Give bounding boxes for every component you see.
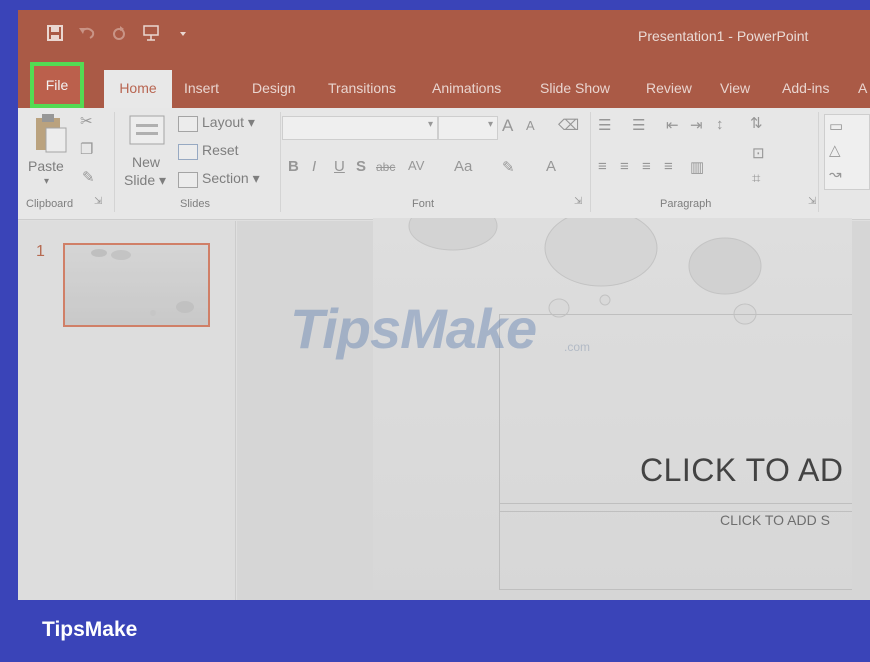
separator bbox=[590, 112, 591, 212]
highlight-icon[interactable]: ✎ bbox=[502, 158, 515, 176]
decrease-indent-icon[interactable]: ⇤ bbox=[666, 116, 679, 134]
paragraph-group-label: Paragraph bbox=[660, 198, 712, 210]
customize-qat-icon[interactable] bbox=[174, 24, 192, 42]
align-left-icon[interactable]: ≡ bbox=[598, 158, 607, 175]
new-slide-label-line1: New bbox=[132, 154, 161, 170]
reset-label: Reset bbox=[202, 142, 239, 158]
format-painter-icon[interactable]: ✎ bbox=[82, 168, 95, 186]
text-direction-icon[interactable]: ⇅ bbox=[750, 114, 763, 132]
font-group-label: Font bbox=[412, 198, 435, 210]
bullets-icon[interactable]: ☰ bbox=[598, 116, 611, 134]
shapes-gallery[interactable]: ▭ △ ↝ bbox=[824, 114, 870, 190]
clear-formatting-icon[interactable]: ⌫ bbox=[558, 116, 579, 134]
paste-icon bbox=[36, 114, 67, 153]
quick-access-toolbar bbox=[46, 24, 192, 42]
freeform-icon: ↝ bbox=[829, 166, 842, 183]
tab-design[interactable]: Design bbox=[252, 70, 296, 108]
separator bbox=[114, 112, 115, 212]
smartart-icon[interactable]: ⌗ bbox=[752, 170, 760, 187]
increase-indent-icon[interactable]: ⇥ bbox=[690, 116, 703, 134]
layout-label: Layout ▾ bbox=[202, 114, 255, 130]
footer-brand: TipsMake bbox=[42, 618, 138, 641]
separator bbox=[818, 112, 819, 212]
new-slide-label-line2: Slide ▾ bbox=[124, 172, 167, 188]
character-spacing-button[interactable]: AV bbox=[408, 158, 424, 173]
numbering-icon[interactable]: ☰ bbox=[632, 116, 645, 134]
undo-icon[interactable] bbox=[78, 24, 96, 42]
align-right-icon[interactable]: ≡ bbox=[642, 158, 651, 175]
title-placeholder-text: CLICK TO AD bbox=[640, 452, 844, 488]
paste-dropdown-icon: ▾ bbox=[44, 176, 50, 187]
paste-button[interactable]: Paste ▾ bbox=[26, 112, 76, 190]
line-spacing-icon[interactable]: ↕ bbox=[716, 116, 724, 133]
watermark-suffix: .com bbox=[564, 340, 591, 354]
tab-file[interactable]: File bbox=[30, 62, 84, 108]
align-center-icon[interactable]: ≡ bbox=[620, 158, 629, 175]
text-shadow-button[interactable]: S bbox=[356, 158, 366, 175]
clipboard-group-label: Clipboard bbox=[26, 198, 74, 210]
reset-button[interactable]: Reset bbox=[178, 142, 268, 164]
justify-icon[interactable]: ≡ bbox=[664, 158, 673, 175]
tab-view[interactable]: View bbox=[720, 70, 750, 108]
align-text-icon[interactable]: ⊡ bbox=[752, 144, 765, 162]
ribbon-home: Paste ▾ ✂ ❐ ✎ Clipboard ⇲ New Slide ▾ La… bbox=[18, 108, 870, 220]
triangle-icon: △ bbox=[829, 142, 841, 159]
tab-slide-show[interactable]: Slide Show bbox=[540, 70, 610, 108]
strikethrough-button[interactable]: abc bbox=[376, 160, 395, 174]
new-slide-button[interactable]: New Slide ▾ bbox=[122, 112, 174, 196]
new-slide-icon bbox=[129, 115, 165, 145]
tab-insert[interactable]: Insert bbox=[184, 70, 219, 108]
clipboard-launcher-icon[interactable]: ⇲ bbox=[94, 196, 102, 207]
shrink-font-button[interactable]: A bbox=[526, 118, 535, 133]
columns-icon[interactable]: ▥ bbox=[690, 158, 704, 176]
thumbnail-number: 1 bbox=[36, 243, 45, 260]
tab-home[interactable]: Home bbox=[104, 70, 172, 108]
layout-icon bbox=[178, 116, 198, 132]
font-color-button[interactable]: A bbox=[546, 158, 556, 175]
section-button[interactable]: Section ▾ bbox=[178, 170, 278, 192]
slides-group-label: Slides bbox=[180, 198, 210, 210]
tab-animations[interactable]: Animations bbox=[432, 70, 501, 108]
tab-transitions[interactable]: Transitions bbox=[328, 70, 396, 108]
chevron-down-icon: ▾ bbox=[427, 119, 433, 130]
cut-icon[interactable]: ✂ bbox=[80, 112, 93, 130]
section-label: Section ▾ bbox=[202, 170, 260, 186]
watermark-logo: TipsMake bbox=[290, 297, 537, 360]
thumbnail-drops bbox=[91, 249, 194, 316]
bold-button[interactable]: B bbox=[288, 158, 299, 175]
underline-button[interactable]: U bbox=[334, 158, 345, 175]
ribbon-tabs: File Home Insert Design Transitions Anim… bbox=[18, 62, 870, 108]
redo-icon[interactable] bbox=[110, 24, 128, 42]
layout-button[interactable]: Layout ▾ bbox=[178, 114, 268, 136]
copy-icon[interactable]: ❐ bbox=[80, 140, 93, 158]
font-name-combo[interactable]: ▾ bbox=[282, 116, 438, 140]
subtitle-placeholder-text: CLICK TO ADD S bbox=[720, 512, 830, 528]
slide-thumbnails-pane: 1 bbox=[18, 221, 236, 600]
tab-more[interactable]: A bbox=[858, 70, 867, 108]
save-icon[interactable] bbox=[46, 24, 64, 42]
section-icon bbox=[178, 172, 198, 188]
italic-button[interactable]: I bbox=[312, 158, 316, 175]
change-case-button[interactable]: Aa bbox=[454, 158, 472, 175]
slide-thumbnail[interactable] bbox=[63, 243, 210, 327]
separator bbox=[280, 112, 281, 212]
start-from-beginning-icon[interactable] bbox=[142, 24, 160, 42]
tab-review[interactable]: Review bbox=[646, 70, 692, 108]
tab-add-ins[interactable]: Add-ins bbox=[782, 70, 829, 108]
window-title: Presentation1 - PowerPoint bbox=[638, 28, 809, 44]
reset-icon bbox=[178, 144, 198, 160]
font-launcher-icon[interactable]: ⇲ bbox=[574, 196, 582, 207]
paragraph-launcher-icon[interactable]: ⇲ bbox=[808, 196, 816, 207]
grow-font-button[interactable]: A bbox=[502, 116, 513, 136]
paste-label: Paste bbox=[28, 158, 64, 174]
text-box-icon: ▭ bbox=[829, 118, 844, 135]
title-bar: Presentation1 - PowerPoint bbox=[18, 10, 870, 62]
font-size-combo[interactable]: ▾ bbox=[438, 116, 498, 140]
chevron-down-icon: ▾ bbox=[487, 119, 493, 130]
